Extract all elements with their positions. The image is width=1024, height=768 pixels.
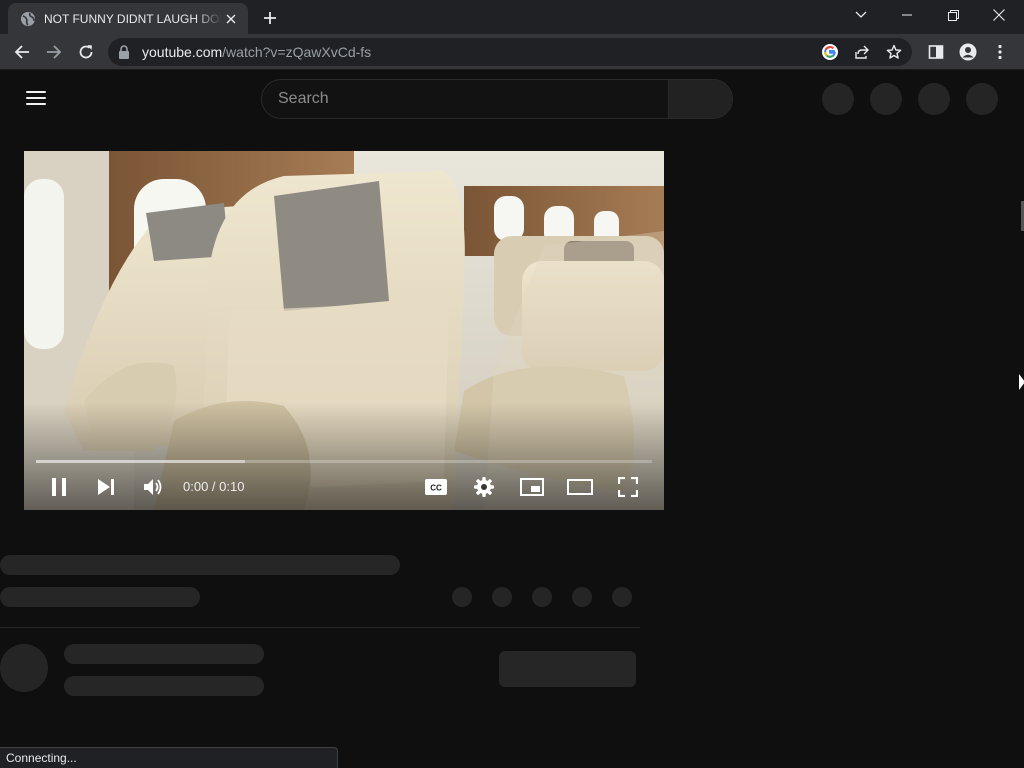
google-icon[interactable] (818, 40, 842, 64)
url-host: youtube.com (142, 44, 223, 60)
skeleton-action-placeholder (452, 587, 472, 607)
profile-icon (959, 43, 977, 61)
skeleton-subtitle (0, 587, 200, 607)
status-bubble: Connecting... (0, 747, 338, 768)
skeleton-action-placeholder (572, 587, 592, 607)
kebab-menu-icon (998, 44, 1002, 60)
video-player[interactable]: 0:00 / 0:10 CC (24, 151, 664, 510)
svg-text:CC: CC (430, 484, 442, 493)
pause-icon (52, 478, 66, 496)
captions-icon: CC (425, 479, 447, 495)
lock-icon[interactable] (118, 45, 132, 59)
skeleton-action-placeholder (492, 587, 512, 607)
skeleton-channel-avatar (0, 644, 48, 692)
share-icon[interactable] (850, 40, 874, 64)
theater-icon (567, 479, 593, 495)
skeleton-avatar-placeholder (966, 83, 998, 115)
skeleton-subscribe-button (499, 651, 636, 687)
restore-icon (947, 9, 959, 21)
globe-icon (20, 11, 36, 27)
next-button[interactable] (90, 473, 122, 501)
tab-close-icon[interactable] (222, 10, 240, 28)
tab-search-button[interactable] (838, 0, 884, 30)
pause-button[interactable] (43, 473, 75, 501)
captions-button[interactable]: CC (420, 473, 452, 501)
skeleton-action-placeholder (532, 587, 552, 607)
progress-buffered (36, 460, 246, 463)
miniplayer-button[interactable] (516, 473, 548, 501)
search-box (261, 79, 733, 119)
plus-icon (264, 12, 276, 24)
divider (0, 627, 640, 628)
skeleton-icon-placeholder (822, 83, 854, 115)
chrome-menu-button[interactable] (986, 38, 1014, 66)
next-icon (98, 479, 114, 495)
minimize-icon (902, 14, 912, 16)
minimize-button[interactable] (884, 0, 930, 30)
profile-button[interactable] (954, 38, 982, 66)
back-button[interactable] (8, 38, 36, 66)
time-display: 0:00 / 0:10 (183, 479, 245, 494)
address-bar[interactable]: youtube.com/watch?v=zQawXvCd-fs (108, 38, 912, 66)
restore-button[interactable] (930, 0, 976, 30)
forward-button[interactable] (40, 38, 68, 66)
window-close-button[interactable] (976, 0, 1022, 30)
volume-icon (144, 479, 162, 495)
tab-strip: NOT FUNNY DIDNT LAUGH DON (0, 0, 1024, 34)
hamburger-icon[interactable] (26, 91, 46, 105)
skeleton-title (0, 555, 400, 575)
skeleton-action-placeholder (612, 587, 632, 607)
youtube-page: 0:00 / 0:10 CC (0, 71, 1024, 768)
miniplayer-icon (520, 478, 544, 496)
arrow-left-icon (14, 45, 29, 59)
fullscreen-icon (618, 477, 638, 497)
url-text: youtube.com/watch?v=zQawXvCd-fs (142, 44, 371, 60)
video-frame (24, 151, 664, 510)
url-path: /watch?v=zQawXvCd-fs (222, 44, 372, 60)
side-panel-button[interactable] (922, 38, 950, 66)
reload-button[interactable] (72, 38, 100, 66)
browser-toolbar: youtube.com/watch?v=zQawXvCd-fs (0, 34, 1024, 70)
skeleton-icon-placeholder (870, 83, 902, 115)
settings-icon (474, 477, 494, 497)
tab-title: NOT FUNNY DIDNT LAUGH DON (44, 11, 222, 26)
volume-button[interactable] (137, 473, 169, 501)
reload-icon (79, 45, 93, 59)
settings-button[interactable] (468, 473, 500, 501)
new-tab-button[interactable] (258, 6, 282, 30)
search-button[interactable] (668, 80, 732, 118)
browser-tab[interactable]: NOT FUNNY DIDNT LAUGH DON (8, 3, 248, 34)
fullscreen-button[interactable] (612, 473, 644, 501)
progress-bar[interactable] (36, 460, 652, 463)
star-icon[interactable] (882, 40, 906, 64)
skeleton-channel-name (64, 644, 264, 664)
chevron-down-icon (855, 11, 867, 18)
search-input[interactable] (262, 80, 670, 118)
side-panel-icon (928, 45, 944, 59)
mouse-cursor-icon (1019, 374, 1024, 390)
arrow-right-icon (47, 45, 62, 59)
skeleton-channel-subs (64, 676, 264, 696)
skeleton-icon-placeholder (918, 83, 950, 115)
theater-mode-button[interactable] (564, 473, 596, 501)
close-icon (993, 9, 1005, 21)
